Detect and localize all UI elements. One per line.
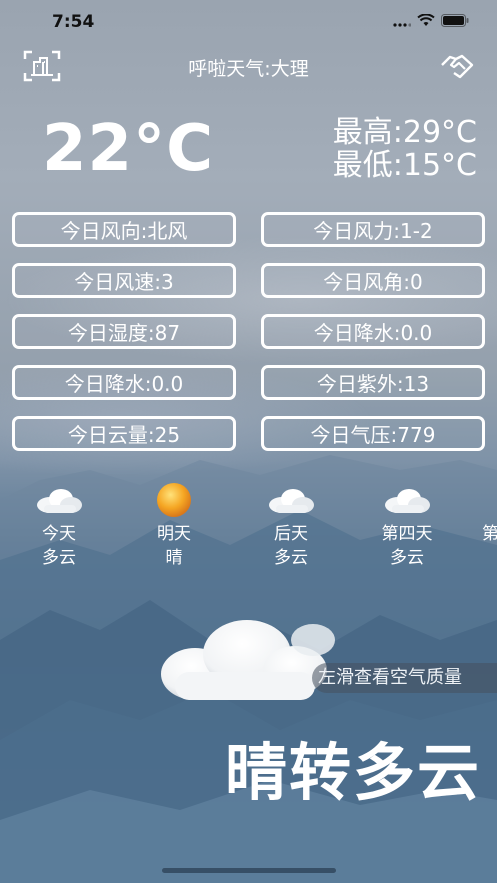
forecast-day: 第 <box>482 524 497 544</box>
forecast-item[interactable]: 明天 晴 <box>134 480 214 570</box>
forecast-item[interactable]: 后天 多云 <box>251 480 331 570</box>
app-header: 呼啦天气:大理 <box>0 46 497 86</box>
stat-precipitation-2: 今日降水:0.0 <box>12 365 236 400</box>
large-cloud-icon <box>161 620 335 700</box>
forecast-strip[interactable]: 今天 多云 明天 晴 后天 多云 第四天 多云 第 <box>0 480 497 580</box>
high-temperature: 最高:29°C <box>332 115 477 150</box>
low-temperature: 最低:15°C <box>332 148 477 183</box>
stat-precipitation: 今日降水:0.0 <box>261 314 485 349</box>
stat-wind-force: 今日风力:1-2 <box>261 212 485 247</box>
home-indicator[interactable] <box>162 868 336 873</box>
forecast-condition: 多云 <box>42 548 76 568</box>
stat-wind-direction: 今日风向:北风 <box>12 212 236 247</box>
forecast-day: 后天 <box>274 524 308 544</box>
share-button[interactable] <box>437 48 477 84</box>
battery-icon <box>441 14 469 27</box>
cloud-icon <box>269 489 314 513</box>
forecast-condition: 多云 <box>274 548 308 568</box>
forecast-day: 第四天 <box>381 524 433 544</box>
signal-icon <box>393 22 411 27</box>
page-title: 呼啦天气:大理 <box>188 58 309 80</box>
stat-humidity: 今日湿度:87 <box>12 314 236 349</box>
temperature-range: 最高:29°C 最低:15°C <box>333 116 477 182</box>
weather-summary: 晴转多云 <box>224 736 481 809</box>
forecast-day: 今天 <box>42 524 76 544</box>
stat-uv-index: 今日紫外:13 <box>261 365 485 400</box>
current-temperature: 22°C <box>42 112 215 186</box>
forecast-item[interactable]: 第 <box>482 480 497 546</box>
stat-pressure: 今日气压:779 <box>261 416 485 451</box>
forecast-item[interactable]: 第四天 多云 <box>367 480 447 570</box>
stat-wind-angle: 今日风角:0 <box>261 263 485 298</box>
forecast-item[interactable]: 今天 多云 <box>19 480 99 570</box>
stat-cloud-cover: 今日云量:25 <box>12 416 236 451</box>
sun-icon <box>157 483 191 517</box>
status-bar: 7:54 <box>0 0 497 44</box>
status-time: 7:54 <box>52 12 95 32</box>
handshake-icon <box>441 54 474 79</box>
cloud-icon <box>385 489 430 513</box>
cloud-icon <box>37 489 82 513</box>
stat-wind-speed: 今日风速:3 <box>12 263 236 298</box>
forecast-condition: 多云 <box>390 548 424 568</box>
forecast-condition: 晴 <box>165 548 183 568</box>
wifi-icon <box>417 14 435 26</box>
status-icons <box>393 14 469 27</box>
forecast-day: 明天 <box>157 524 191 544</box>
swipe-hint: 左滑查看空气质量 <box>312 663 497 693</box>
weather-stats-grid: 今日风向:北风 今日风力:1-2 今日风速:3 今日风角:0 今日湿度:87 今… <box>12 212 485 451</box>
